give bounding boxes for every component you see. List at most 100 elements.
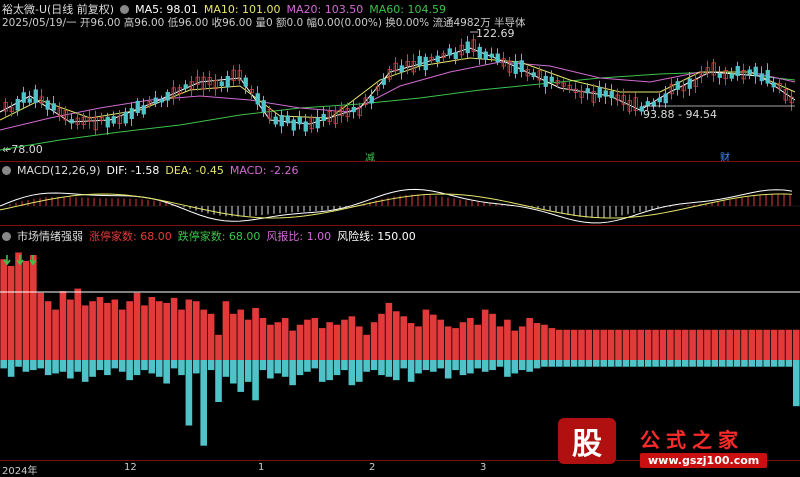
limit-down-bar bbox=[89, 360, 96, 377]
limit-up-bar bbox=[22, 260, 30, 360]
limit-down-bar bbox=[281, 360, 289, 377]
limit-down-bar bbox=[155, 360, 163, 377]
limit-down-bar bbox=[0, 360, 8, 369]
candle-body bbox=[273, 116, 278, 125]
candle-body bbox=[315, 117, 320, 129]
limit-down-bar bbox=[267, 360, 274, 379]
limit-up-bar bbox=[0, 259, 8, 360]
candle-body bbox=[465, 41, 470, 54]
x-tick-2: 2 bbox=[369, 462, 376, 473]
limit-down-bar bbox=[667, 360, 674, 367]
candle-body bbox=[513, 61, 518, 74]
limit-up-bar bbox=[422, 309, 430, 360]
candle-body bbox=[303, 121, 308, 132]
limit-down-bar bbox=[15, 360, 22, 367]
limit-down-bar bbox=[548, 360, 556, 367]
limit-up-bar bbox=[637, 329, 645, 360]
limit-down-bar bbox=[526, 360, 533, 372]
limit-up-bar bbox=[548, 328, 556, 360]
watermark-url: www.gszj100.com bbox=[640, 453, 768, 468]
limit-up-bar bbox=[104, 302, 111, 360]
candle-body bbox=[297, 117, 302, 125]
limit-up-bar bbox=[207, 313, 215, 360]
limit-up-bar bbox=[363, 334, 370, 360]
limit-up-bar bbox=[481, 309, 489, 360]
limit-down-bar bbox=[541, 360, 548, 367]
limit-down-bar bbox=[615, 360, 622, 367]
limit-up-bar bbox=[504, 319, 511, 360]
candle-body bbox=[447, 48, 452, 56]
candle-body bbox=[159, 98, 164, 103]
limit-up-bar bbox=[578, 329, 585, 360]
limit-down-bar bbox=[22, 360, 30, 372]
candle-body bbox=[351, 106, 356, 113]
limit-up-bar bbox=[215, 334, 222, 360]
x-tick-1: 1 bbox=[258, 462, 265, 473]
limit-down-bar bbox=[681, 360, 689, 367]
candle-body bbox=[489, 53, 494, 58]
limit-down-bar bbox=[496, 360, 504, 367]
candle-body bbox=[165, 91, 170, 101]
limit-down-bar bbox=[770, 360, 778, 367]
candle-body bbox=[747, 69, 752, 75]
candle-body bbox=[483, 51, 488, 60]
candle-body bbox=[453, 52, 458, 60]
candle-body bbox=[423, 56, 428, 71]
limit-up-bar bbox=[155, 301, 163, 360]
limit-down-bar bbox=[792, 360, 800, 407]
limit-up-bar bbox=[792, 329, 800, 360]
limit-up-bar bbox=[52, 309, 59, 360]
limit-down-bar bbox=[333, 360, 341, 376]
candle-body bbox=[597, 87, 602, 98]
limit-up-bar bbox=[778, 329, 785, 360]
limit-down-bar bbox=[259, 360, 267, 371]
candle-body bbox=[675, 81, 680, 90]
limit-down-bar bbox=[437, 360, 445, 369]
limit-down-bar bbox=[148, 360, 156, 374]
candle-body bbox=[321, 113, 326, 121]
limit-up-bar bbox=[600, 329, 608, 360]
limit-up-bar bbox=[718, 329, 726, 360]
limit-down-bar bbox=[118, 360, 126, 372]
limit-down-bar bbox=[563, 360, 570, 367]
candle-body bbox=[759, 73, 764, 82]
limit-down-bar bbox=[141, 360, 148, 371]
limit-down-bar bbox=[467, 360, 474, 374]
limit-up-bar bbox=[118, 309, 126, 360]
candle-body bbox=[183, 84, 188, 89]
limit-down-bar bbox=[778, 360, 785, 367]
limit-up-bar bbox=[726, 329, 733, 360]
limit-up-bar bbox=[385, 302, 393, 360]
limit-down-bar bbox=[81, 360, 89, 382]
limit-down-bar bbox=[444, 360, 452, 379]
limit-down-bar bbox=[518, 360, 526, 371]
limit-down-bar bbox=[607, 360, 615, 367]
limit-up-bar bbox=[126, 301, 133, 360]
limit-up-bar bbox=[378, 313, 385, 360]
limit-up-bar bbox=[570, 329, 578, 360]
limit-down-bar bbox=[637, 360, 645, 367]
limit-up-bar bbox=[644, 329, 652, 360]
candle-body bbox=[51, 103, 56, 111]
chart-canvas[interactable] bbox=[0, 0, 800, 475]
limit-down-bar bbox=[630, 360, 637, 367]
limit-down-bar bbox=[133, 360, 141, 376]
limit-up-bar bbox=[370, 322, 378, 360]
candle-body bbox=[21, 92, 26, 103]
candle-body bbox=[45, 100, 50, 110]
limit-down-bar bbox=[385, 360, 393, 377]
limit-up-bar bbox=[563, 329, 570, 360]
limit-up-bar bbox=[496, 326, 504, 360]
limit-down-bar bbox=[459, 360, 467, 376]
limit-up-bar bbox=[133, 292, 141, 360]
limit-down-bar bbox=[652, 360, 659, 367]
limit-up-bar bbox=[607, 329, 615, 360]
limit-up-bar bbox=[452, 328, 459, 360]
limit-up-bar bbox=[407, 323, 415, 360]
limit-up-bar bbox=[326, 322, 333, 360]
limit-up-bar bbox=[185, 299, 193, 360]
limit-down-bar bbox=[67, 360, 74, 379]
limit-down-bar bbox=[504, 360, 511, 377]
limit-down-bar bbox=[230, 360, 237, 384]
candle-body bbox=[663, 93, 668, 104]
